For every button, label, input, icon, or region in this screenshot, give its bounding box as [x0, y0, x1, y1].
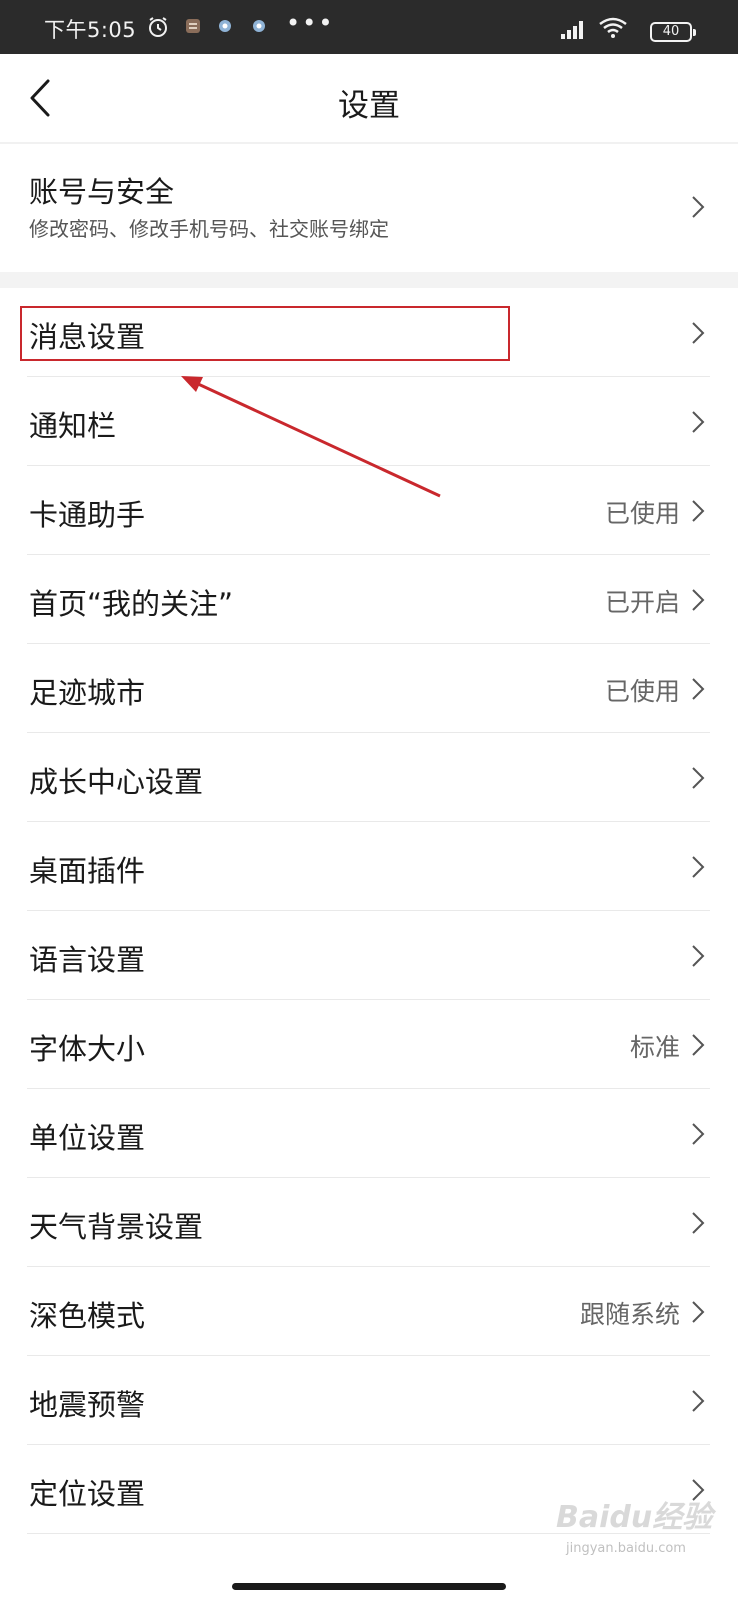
- baidu-watermark-url: jingyan.baidu.com: [566, 1541, 686, 1556]
- weather-notification-icon: [219, 20, 231, 32]
- settings-item-label: 成长中心设置: [29, 765, 204, 799]
- chevron-right-icon: [692, 589, 705, 611]
- chevron-right-icon: [692, 1390, 705, 1412]
- settings-item-label: 桌面插件: [29, 854, 146, 888]
- settings-item-dark-mode[interactable]: 深色模式 跟随系统: [0, 1267, 738, 1356]
- more-notifications-icon: •••: [286, 9, 335, 37]
- chevron-right-icon: [692, 1301, 705, 1323]
- wifi-icon: [599, 17, 627, 38]
- settings-item-label: 天气背景设置: [29, 1210, 204, 1244]
- annotation-highlight-box: [20, 306, 510, 361]
- settings-item-label: 通知栏: [29, 409, 117, 443]
- settings-item-cartoon-assistant[interactable]: 卡通助手 已使用: [0, 466, 738, 555]
- settings-item-value: 已开启: [604, 588, 680, 617]
- home-indicator[interactable]: [232, 1583, 506, 1590]
- chevron-right-icon: [692, 322, 705, 344]
- chevron-right-icon: [692, 678, 705, 700]
- chevron-right-icon: [692, 945, 705, 967]
- battery-icon: 40: [650, 22, 696, 42]
- chevron-right-icon: [692, 500, 705, 522]
- settings-item-growth-center[interactable]: 成长中心设置: [0, 733, 738, 822]
- settings-item-label: 语言设置: [29, 943, 146, 977]
- alarm-icon: [149, 17, 167, 37]
- settings-item-language[interactable]: 语言设置: [0, 911, 738, 1000]
- chevron-right-icon: [692, 411, 705, 433]
- settings-item-units[interactable]: 单位设置: [0, 1089, 738, 1178]
- settings-item-label: 单位设置: [29, 1121, 146, 1155]
- chevron-right-icon: [692, 767, 705, 789]
- settings-item-font-size[interactable]: 字体大小 标准: [0, 1000, 738, 1089]
- chevron-right-icon: [692, 856, 705, 878]
- settings-item-footprint-city[interactable]: 足迹城市 已使用: [0, 644, 738, 733]
- settings-item-label: 定位设置: [29, 1477, 146, 1511]
- settings-list: 消息设置 通知栏 卡通助手 已使用 首页“我的关注” 已开启 足迹城市 已使用 …: [0, 288, 738, 1534]
- signal-icon: [561, 21, 583, 39]
- account-security-item[interactable]: 账号与安全 修改密码、修改手机号码、社交账号绑定: [0, 144, 738, 272]
- settings-item-value: 已使用: [604, 677, 680, 706]
- status-time: 下午5:05: [44, 18, 137, 42]
- chevron-right-icon: [692, 1123, 705, 1145]
- settings-item-label: 地震预警: [29, 1388, 146, 1422]
- settings-item-label: 深色模式: [29, 1299, 146, 1333]
- settings-item-desktop-widget[interactable]: 桌面插件: [0, 822, 738, 911]
- status-bar: 下午5:05 ••• 40: [0, 0, 738, 54]
- settings-item-notification-bar[interactable]: 通知栏: [0, 377, 738, 466]
- account-security-label: 账号与安全: [29, 175, 175, 209]
- chevron-right-icon: [692, 1212, 705, 1234]
- weather-notification-icon-2: [253, 20, 265, 32]
- account-security-description: 修改密码、修改手机号码、社交账号绑定: [29, 217, 389, 241]
- chevron-right-icon: [692, 196, 705, 218]
- section-gap: [0, 272, 738, 288]
- app-notification-icon: [186, 19, 200, 33]
- nav-bar: 设置: [0, 54, 738, 142]
- settings-item-earthquake-warning[interactable]: 地震预警: [0, 1356, 738, 1445]
- settings-item-label: 字体大小: [29, 1032, 146, 1066]
- baidu-watermark: Baidu经验: [556, 1500, 713, 1535]
- settings-item-home-follow[interactable]: 首页“我的关注” 已开启: [0, 555, 738, 644]
- settings-item-label: 首页“我的关注”: [29, 587, 234, 621]
- settings-item-label: 足迹城市: [29, 676, 146, 710]
- settings-item-label: 卡通助手: [29, 498, 146, 532]
- settings-item-value: 跟随系统: [579, 1300, 680, 1329]
- chevron-right-icon: [692, 1034, 705, 1056]
- settings-item-weather-background[interactable]: 天气背景设置: [0, 1178, 738, 1267]
- page-title: 设置: [338, 88, 400, 124]
- settings-item-value: 标准: [629, 1033, 680, 1062]
- settings-item-value: 已使用: [604, 499, 680, 528]
